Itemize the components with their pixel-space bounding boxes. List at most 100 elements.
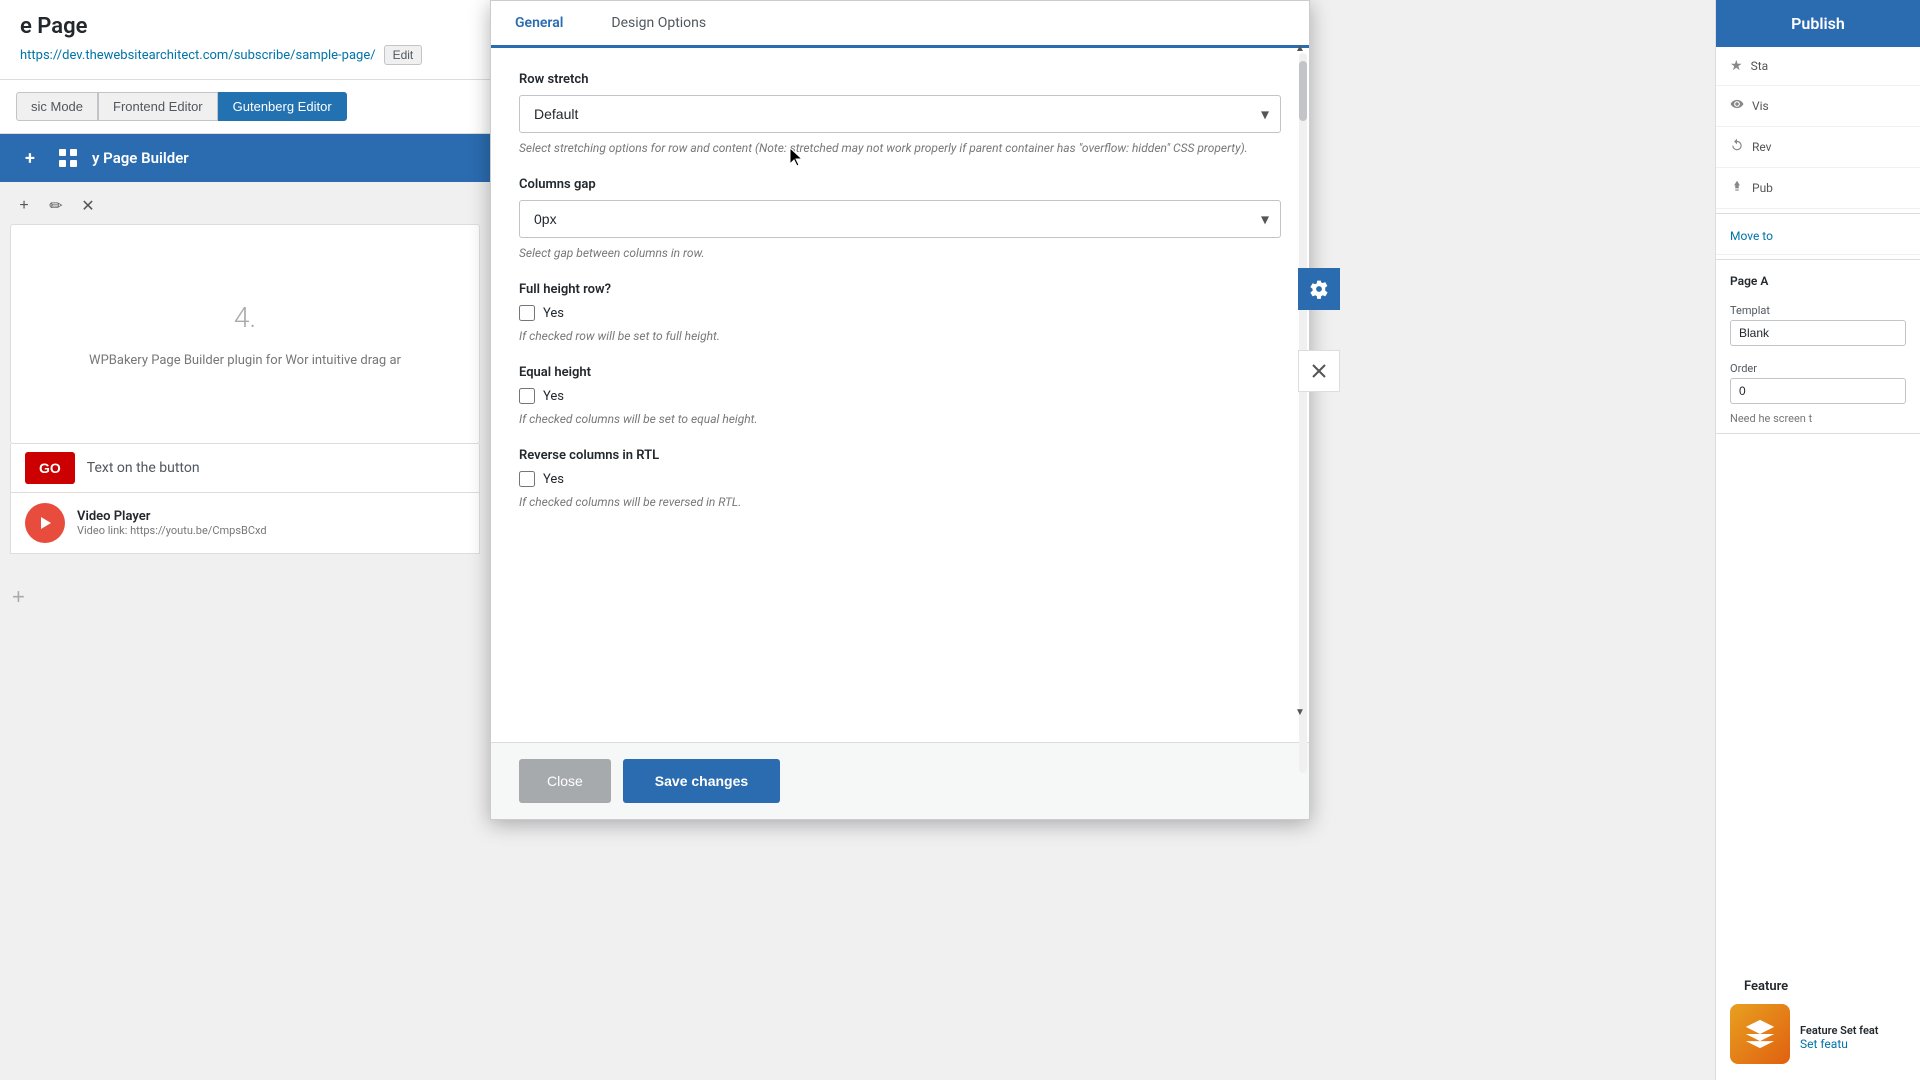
row-stretch-select[interactable]: Default Stretch row Stretch row and cont… (519, 95, 1281, 133)
modal-scrollbar-track (1299, 53, 1307, 773)
divider-2 (1716, 259, 1920, 260)
visibility-label: Vis (1752, 99, 1769, 113)
add-row-btn[interactable]: + (10, 192, 38, 220)
template-wrap: Templat (1716, 292, 1920, 350)
add-section-btn[interactable]: + (12, 584, 25, 610)
reverse-columns-checkbox[interactable] (519, 471, 535, 487)
modal-tabs: General Design Options (491, 1, 1309, 48)
delete-btn[interactable]: ✕ (74, 192, 102, 220)
reverse-columns-hint: If checked columns will be reversed in R… (519, 493, 1281, 511)
equal-height-checkbox-label[interactable]: Yes (543, 389, 564, 404)
tab-general[interactable]: General (491, 1, 587, 48)
divider-3 (1716, 433, 1920, 434)
columns-gap-select[interactable]: 0px 5px 10px 15px 20px 25px 30px 35px (519, 200, 1281, 238)
status-label: Sta (1751, 59, 1769, 73)
play-button[interactable] (25, 503, 65, 543)
page-url-bar: https://dev.thewebsitearchitect.com/subs… (20, 45, 470, 65)
visibility-item[interactable]: Vis (1716, 86, 1920, 127)
grid-icon[interactable] (54, 144, 82, 172)
video-url: Video link: https://youtu.be/CmpsBCxd (77, 524, 267, 537)
button-text: Text on the button (87, 460, 200, 476)
help-note: Need he screen t (1716, 408, 1920, 429)
order-input[interactable] (1730, 378, 1906, 404)
revisions-icon (1730, 138, 1744, 156)
equal-height-group: Equal height Yes If checked columns will… (519, 365, 1281, 428)
mode-bar: sic Mode Frontend Editor Gutenberg Edito… (0, 80, 490, 134)
status-item[interactable]: ★ Sta (1716, 47, 1920, 86)
modal-scroll-thumb[interactable] (1299, 61, 1307, 121)
equal-height-checkbox[interactable] (519, 388, 535, 404)
row-stretch-label: Row stretch (519, 72, 1281, 87)
page-title-bar: e Page https://dev.thewebsitearchitect.c… (0, 0, 490, 80)
feature-icon-badge (1730, 1004, 1790, 1064)
publish-item[interactable]: Pub (1716, 168, 1920, 209)
columns-gap-select-wrapper: 0px 5px 10px 15px 20px 25px 30px 35px (519, 200, 1281, 238)
full-height-label: Full height row? (519, 282, 1281, 297)
add-icon[interactable]: + (16, 144, 44, 172)
order-label: Order (1730, 362, 1906, 375)
page-attr-title: Page A (1716, 264, 1920, 292)
row-settings-close-btn[interactable] (1298, 350, 1340, 392)
modal-scroll-down-btn[interactable]: ▼ (1293, 705, 1307, 719)
builder-bar: + y Page Builder (0, 134, 490, 182)
row-tools: + ✏ ✕ (10, 192, 480, 220)
publish-icon (1730, 179, 1744, 197)
publish-button[interactable]: Publish (1716, 0, 1920, 47)
content-area: + ✏ ✕ 4. WPBakery Page Builder plugin fo… (0, 182, 490, 564)
button-widget-row: GO Text on the button (10, 444, 480, 493)
feature-badge-row: Feature Set feat Set featu (1730, 1004, 1906, 1070)
reverse-columns-checkbox-label[interactable]: Yes (543, 472, 564, 487)
row-stretch-select-wrapper: Default Stretch row Stretch row and cont… (519, 95, 1281, 133)
feature-set-label: Feature Set feat Set featu (1800, 1024, 1878, 1051)
modal-body: Row stretch Default Stretch row Stretch … (491, 48, 1309, 742)
gutenberg-editor-btn[interactable]: Gutenberg Editor (218, 92, 347, 121)
columns-gap-label: Columns gap (519, 177, 1281, 192)
visibility-icon (1730, 97, 1744, 115)
feature-area: Feature Feature Set feat Set featu (1716, 959, 1920, 1080)
set-feature-link[interactable]: Set featu (1800, 1037, 1878, 1051)
classic-mode-btn[interactable]: sic Mode (16, 92, 98, 121)
status-icon: ★ (1730, 58, 1743, 74)
full-height-checkbox[interactable] (519, 305, 535, 321)
edit-button[interactable]: Edit (384, 45, 423, 65)
add-section-area: + (0, 564, 490, 630)
content-text: WPBakery Page Builder plugin for Wor int… (89, 351, 401, 372)
go-button[interactable]: GO (25, 452, 75, 484)
move-to-label: Move to (1730, 229, 1773, 243)
columns-gap-group: Columns gap 0px 5px 10px 15px 20px 25px … (519, 177, 1281, 262)
close-button[interactable]: Close (519, 759, 611, 803)
full-height-checkbox-label[interactable]: Yes (543, 306, 564, 321)
tab-design-options[interactable]: Design Options (587, 1, 730, 48)
page-number: 4. (234, 296, 256, 341)
video-info: Video Player Video link: https://youtu.b… (77, 509, 267, 537)
reverse-columns-group: Reverse columns in RTL Yes If checked co… (519, 448, 1281, 511)
video-widget-row: Video Player Video link: https://youtu.b… (10, 493, 480, 554)
move-to-item[interactable]: Move to (1716, 218, 1920, 255)
modal-scroll-up-btn[interactable]: ▲ (1293, 41, 1307, 55)
row-settings-gear-btn[interactable] (1298, 268, 1340, 310)
full-height-checkbox-row: Yes (519, 305, 1281, 321)
divider-1 (1716, 213, 1920, 214)
reverse-columns-label: Reverse columns in RTL (519, 448, 1281, 463)
modal-footer: Close Save changes (491, 742, 1309, 819)
page-title: e Page (20, 14, 470, 39)
revisions-item[interactable]: Rev (1716, 127, 1920, 168)
feature-title: Feature (1730, 969, 1906, 998)
full-height-group: Full height row? Yes If checked row will… (519, 282, 1281, 345)
feature-set-title: Feature Set feat (1800, 1024, 1878, 1037)
row-stretch-hint: Select stretching options for row and co… (519, 139, 1281, 157)
page-url-link[interactable]: https://dev.thewebsitearchitect.com/subs… (20, 48, 376, 63)
right-panel: Publish ★ Sta Vis Rev Pub Move to Page A… (1715, 0, 1920, 1080)
row-stretch-group: Row stretch Default Stretch row Stretch … (519, 72, 1281, 157)
full-height-hint: If checked row will be set to full heigh… (519, 327, 1281, 345)
columns-gap-hint: Select gap between columns in row. (519, 244, 1281, 262)
video-title: Video Player (77, 509, 267, 524)
template-input[interactable] (1730, 320, 1906, 346)
publish-label: Pub (1752, 181, 1773, 195)
row-settings-modal: General Design Options Row stretch Defau… (490, 0, 1310, 820)
frontend-editor-btn[interactable]: Frontend Editor (98, 92, 218, 121)
equal-height-label: Equal height (519, 365, 1281, 380)
order-wrap: Order (1716, 350, 1920, 408)
pencil-btn[interactable]: ✏ (42, 192, 70, 220)
save-changes-button[interactable]: Save changes (623, 759, 780, 803)
